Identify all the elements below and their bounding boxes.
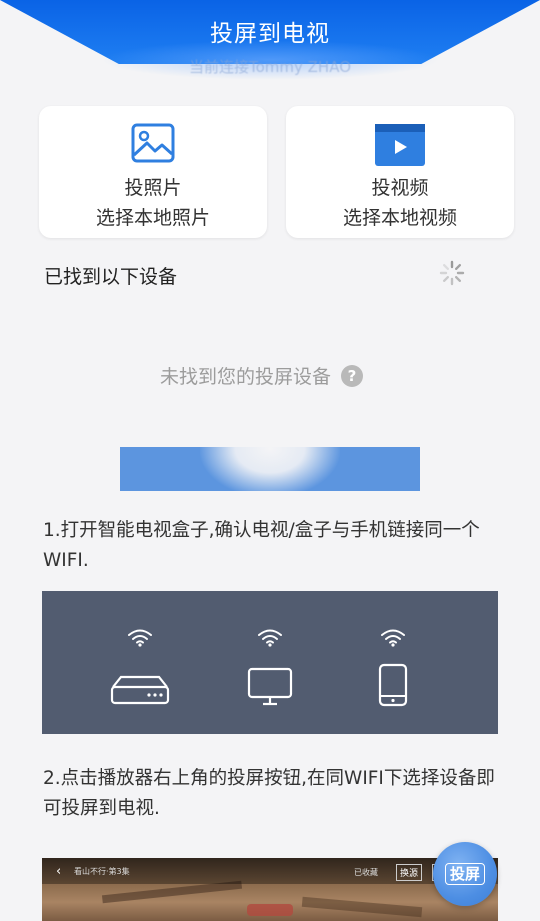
texture bbox=[101, 880, 243, 904]
tv-monitor-icon bbox=[247, 667, 293, 711]
page-title: 投屏到电视 bbox=[210, 21, 330, 47]
connection-status: 当前连接Tommy ZHAO bbox=[188, 58, 352, 76]
no-device-message: 未找到您的投屏设备 ? bbox=[160, 362, 364, 389]
video-play-icon bbox=[374, 123, 426, 171]
devices-found-label: 已找到以下设备 bbox=[44, 266, 178, 288]
button-glare bbox=[200, 401, 340, 497]
player-action-source: 换源 bbox=[396, 864, 423, 881]
no-device-text: 未找到您的投屏设备 bbox=[160, 366, 332, 388]
player-screenshot: ‹ 看山不行·第3集 已收藏 换源 投屏 bbox=[42, 858, 498, 921]
cast-video-card[interactable]: 投视频 选择本地视频 bbox=[286, 106, 514, 238]
player-action-collect: 已收藏 bbox=[354, 868, 378, 877]
cast-floating-button[interactable]: 投屏 bbox=[433, 842, 497, 906]
cast-video-title: 投视频 bbox=[371, 177, 429, 199]
back-arrow-icon: ‹ bbox=[56, 864, 62, 879]
top-header: 投屏到电视 当前连接Tommy ZHAO bbox=[0, 0, 540, 100]
smartphone-icon bbox=[377, 663, 409, 711]
cast-floating-label: 投屏 bbox=[444, 863, 485, 885]
wifi-icon bbox=[256, 627, 284, 651]
texture bbox=[247, 904, 293, 916]
instruction-step-2: 2.点击播放器右上角的投屏按钮,在同WIFI下选择设备即可投屏到电视. bbox=[43, 768, 495, 819]
cast-photo-subtitle: 选择本地照片 bbox=[95, 207, 210, 229]
set-top-box-icon bbox=[109, 673, 171, 711]
cast-photo-title: 投照片 bbox=[124, 177, 182, 199]
tv-box-device bbox=[100, 621, 180, 711]
instruction-step-1: 1.打开智能电视盒子,确认电视/盒子与手机链接同一个WIFI. bbox=[43, 520, 480, 571]
help-icon[interactable]: ? bbox=[341, 364, 364, 387]
player-title: 看山不行·第3集 bbox=[74, 867, 130, 876]
texture bbox=[301, 896, 423, 918]
wifi-icon bbox=[126, 627, 154, 651]
cast-photo-card[interactable]: 投照片 选择本地照片 bbox=[39, 106, 267, 238]
image-icon bbox=[131, 123, 175, 167]
wifi-illustration bbox=[42, 591, 498, 734]
phone-device bbox=[353, 621, 433, 711]
wifi-icon bbox=[379, 627, 407, 651]
cast-video-subtitle: 选择本地视频 bbox=[342, 207, 457, 229]
loading-spinner-icon bbox=[439, 260, 465, 286]
refresh-devices-button[interactable] bbox=[120, 401, 420, 497]
tv-device bbox=[230, 621, 310, 711]
